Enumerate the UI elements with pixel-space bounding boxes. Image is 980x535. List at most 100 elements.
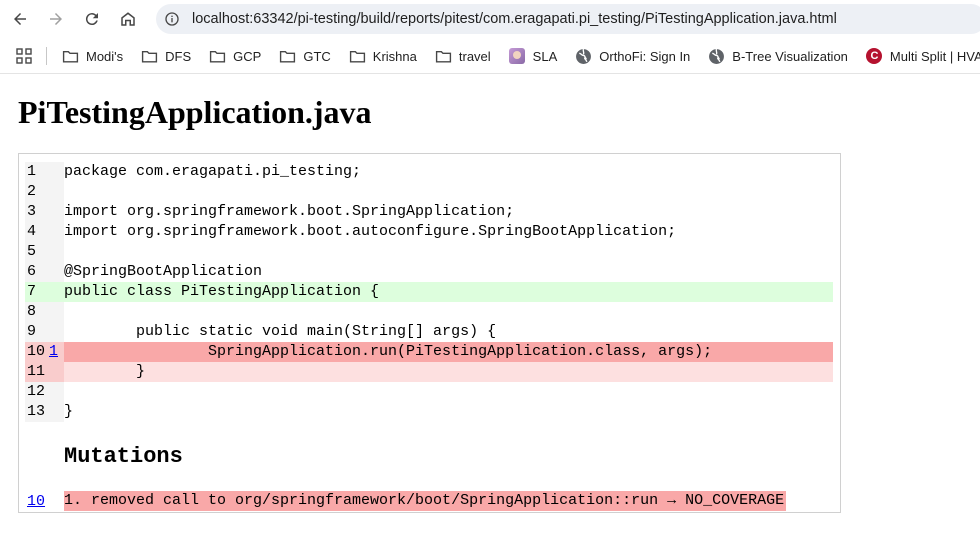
bookmark-item[interactable]: DFS <box>141 38 192 73</box>
back-button[interactable] <box>8 7 32 31</box>
arrow-right-icon <box>50 13 62 25</box>
bookmark-label: travel <box>458 48 491 64</box>
mutation-line-link[interactable]: 10 <box>25 493 64 510</box>
line-number: 6 <box>25 262 49 282</box>
line-code: @SpringBootApplication <box>64 263 263 280</box>
mutation-count-link <box>49 362 64 382</box>
mutation-count-link <box>49 182 64 202</box>
mutation-description: 1. removed call to org/springframework/b… <box>64 491 787 511</box>
source-line: 11 } <box>25 362 833 382</box>
arrow-left-icon <box>14 13 26 25</box>
brand-letter: C <box>866 48 883 64</box>
bookmark-item[interactable]: C Multi Split | HVAC |... <box>866 38 980 73</box>
mutation-count-link <box>49 222 64 242</box>
line-number: 9 <box>25 322 49 342</box>
source-line: 13} <box>25 402 833 422</box>
home-button[interactable] <box>116 7 140 31</box>
source-line: 8 <box>25 302 833 322</box>
bookmark-item[interactable]: OrthoFi: Sign In <box>575 38 691 73</box>
line-code: package com.eragapati.pi_testing; <box>64 163 362 180</box>
line-code: import org.springframework.boot.SpringAp… <box>64 203 515 220</box>
source-code-panel: 1 package com.eragapati.pi_testing; 2 3 impo… <box>18 153 841 513</box>
source-line: 12 <box>25 382 833 402</box>
bookmark-label: B-Tree Visualization <box>732 48 848 64</box>
bookmark-label: GTC <box>303 48 331 64</box>
line-number: 4 <box>25 222 49 242</box>
line-code <box>64 182 833 202</box>
source-line: 9 public static void main(String[] args)… <box>25 322 833 342</box>
bookmarks-bar: Modi's DFS GCP GTC Krishna travel SLA OrthoFi: … <box>0 38 980 74</box>
folder-icon <box>209 48 226 65</box>
bookmark-list: Modi's DFS GCP GTC Krishna travel SLA OrthoFi: … <box>62 38 980 73</box>
folder-icon <box>141 48 158 65</box>
bookmark-label: Modi's <box>86 48 124 64</box>
source-line: 4 import org.springframework.boot.autocon… <box>25 222 833 242</box>
home-icon <box>121 12 135 26</box>
line-code: import org.springframework.boot.autoconf… <box>64 223 677 240</box>
mutation-count-link <box>49 302 64 322</box>
globe-icon <box>575 48 592 65</box>
line-code <box>64 242 833 262</box>
line-number: 10 <box>25 342 49 362</box>
line-code <box>64 302 833 322</box>
line-code: SpringApplication.run(PiTestingApplicati… <box>64 342 833 362</box>
bookmark-item[interactable]: GTC <box>279 38 331 73</box>
source-line: 2 <box>25 182 833 202</box>
address-bar[interactable]: localhost:63342/pi-testing/build/reports… <box>156 4 980 34</box>
mutations-heading: Mutations <box>64 444 183 469</box>
mutation-row: 10 1. removed call to org/springframework… <box>25 490 787 512</box>
source-line: 10 1 SpringApplication.run(PiTestingAppli… <box>25 342 833 362</box>
source-line: 5 <box>25 242 833 262</box>
line-code: } <box>64 403 74 420</box>
bookmark-label: Krishna <box>372 48 417 64</box>
source-line: 6 @SpringBootApplication <box>25 262 833 282</box>
line-number: 13 <box>25 402 49 422</box>
line-number: 3 <box>25 202 49 222</box>
avatar-icon <box>509 48 526 65</box>
mutation-count-link <box>49 322 64 342</box>
reload-button[interactable] <box>80 7 104 31</box>
line-number: 1 <box>25 162 49 182</box>
bookmark-item[interactable]: SLA <box>509 38 558 73</box>
source-lines: 1 package com.eragapati.pi_testing; 2 3 impo… <box>25 162 833 422</box>
bookmark-item[interactable]: Krishna <box>349 38 417 73</box>
line-number: 2 <box>25 182 49 202</box>
mutation-count-link <box>49 162 64 182</box>
bookmark-item[interactable]: travel <box>435 38 491 73</box>
forward-button[interactable] <box>44 7 68 31</box>
mutation-count-link <box>49 242 64 262</box>
bookmark-label: Multi Split | HVAC |... <box>889 48 980 64</box>
line-number: 11 <box>25 362 49 382</box>
line-number: 12 <box>25 382 49 402</box>
reload-icon <box>85 13 98 26</box>
line-number: 7 <box>25 282 49 302</box>
browser-toolbar: localhost:63342/pi-testing/build/reports… <box>0 0 980 38</box>
source-line: 3 import org.springframework.boot.SpringA… <box>25 202 833 222</box>
mutation-count-link <box>49 262 64 282</box>
line-code <box>64 382 833 402</box>
site-info-icon[interactable] <box>164 11 180 27</box>
folder-icon <box>62 48 79 65</box>
bookmark-item[interactable]: GCP <box>209 38 261 73</box>
source-line: 7 public class PiTestingApplication { <box>25 282 833 302</box>
apps-grid-icon[interactable] <box>16 48 32 64</box>
line-number: 5 <box>25 242 49 262</box>
line-code: } <box>64 362 833 382</box>
bookmark-label: SLA <box>532 48 558 64</box>
globe-icon <box>708 48 725 65</box>
mutation-count-link[interactable]: 1 <box>49 342 64 362</box>
bookmarks-divider <box>46 47 47 65</box>
bookmark-item[interactable]: Modi's <box>62 38 124 73</box>
bookmark-label: OrthoFi: Sign In <box>599 48 691 64</box>
report-page: PiTestingApplication.java 1 package com.e… <box>0 74 980 535</box>
page-title: PiTestingApplication.java <box>18 94 372 130</box>
folder-icon <box>349 48 366 65</box>
line-code: public static void main(String[] args) { <box>64 323 497 340</box>
line-number: 8 <box>25 302 49 322</box>
bookmark-item[interactable]: B-Tree Visualization <box>708 38 848 73</box>
url-text[interactable]: localhost:63342/pi-testing/build/reports… <box>192 11 837 27</box>
mutation-count-link <box>49 402 64 422</box>
bookmark-label: DFS <box>165 48 192 64</box>
source-line: 1 package com.eragapati.pi_testing; <box>25 162 833 182</box>
brand-icon: C <box>866 48 883 65</box>
